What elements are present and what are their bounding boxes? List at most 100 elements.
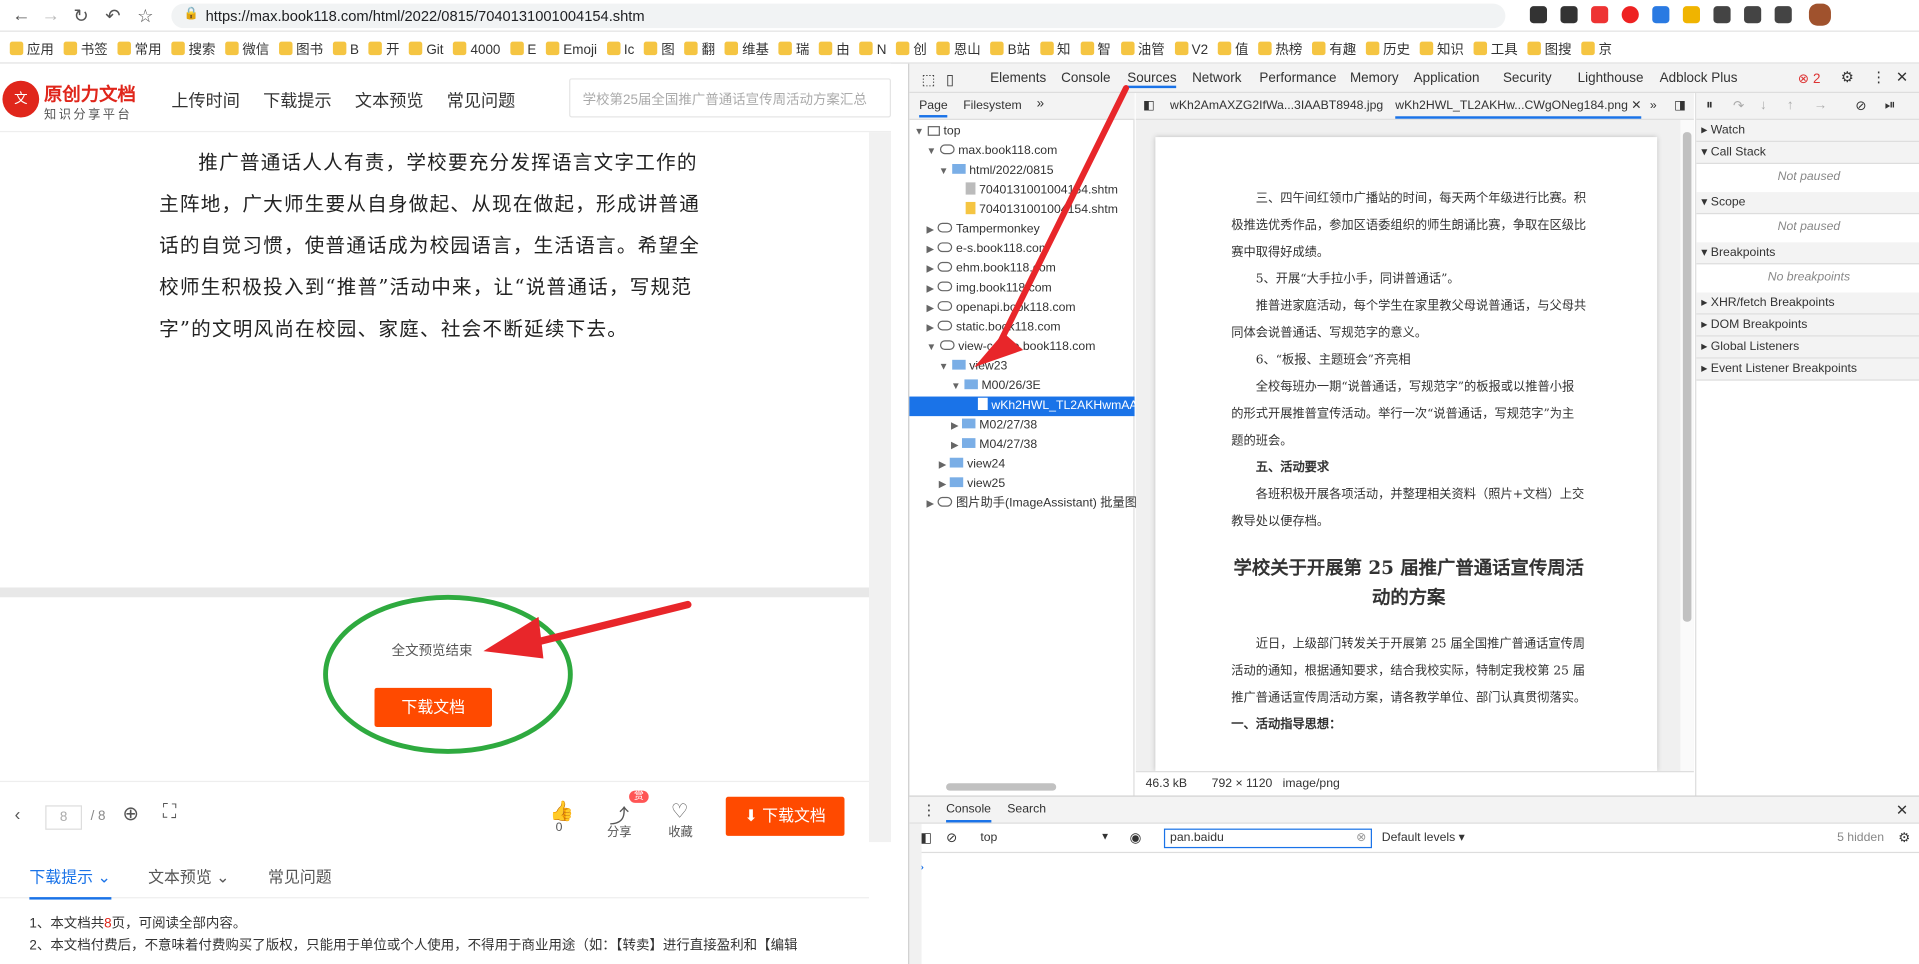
tree-image-assistant[interactable]: ▶ 图片助手(ImageAssistant) 批量图	[926, 494, 1137, 514]
tab-sources[interactable]: Sources	[1127, 71, 1177, 89]
step-into-icon[interactable]: ↓	[1760, 98, 1767, 113]
section-call-stack[interactable]: ▾ Call Stack	[1696, 141, 1919, 165]
tab-lighthouse[interactable]: Lighthouse	[1578, 71, 1644, 86]
forward-icon[interactable]: →	[42, 5, 60, 26]
extension-icon[interactable]	[1560, 6, 1578, 24]
file-tab-png[interactable]: wKh2HWL_TL2AKHw...CWgONeg184.png ✕	[1395, 99, 1642, 119]
logo-title[interactable]: 原创力文档	[44, 81, 136, 107]
bookmark-item[interactable]: 恩山	[936, 39, 981, 59]
bookmark-item[interactable]: Git	[409, 41, 444, 58]
extension-icon[interactable]	[1652, 6, 1670, 24]
device-toggle-icon[interactable]: ▯	[946, 71, 954, 88]
zoom-in-icon[interactable]: ⊕	[122, 802, 138, 826]
avatar[interactable]	[1808, 3, 1831, 26]
section-xhr-breakpoints[interactable]: ▸ XHR/fetch Breakpoints	[1696, 292, 1919, 315]
clear-console-icon[interactable]: ⊘	[946, 830, 957, 846]
tab-adblock-plus[interactable]: Adblock Plus	[1660, 71, 1738, 86]
bookmark-item[interactable]: 历史	[1365, 39, 1410, 59]
tree-html-dir[interactable]: ▼ html/2022/0815	[939, 162, 1054, 182]
bookmark-item[interactable]: 油管	[1120, 39, 1165, 59]
inspect-icon[interactable]: ⬚	[922, 71, 936, 88]
bookmark-item[interactable]: 创	[896, 39, 927, 59]
tab-faq[interactable]: 常见问题	[268, 864, 332, 887]
heart-icon[interactable]: ♡	[671, 799, 689, 823]
tab-application[interactable]: Application	[1414, 71, 1480, 86]
download-icon[interactable]	[1774, 6, 1792, 24]
tree-file[interactable]: 7040131001004154.shtm	[965, 181, 1118, 201]
nav-text-preview[interactable]: 文本预览	[355, 88, 424, 112]
bookmark-item[interactable]: 4000	[453, 41, 500, 58]
console-settings-icon[interactable]: ⚙	[1898, 830, 1910, 846]
reload-icon[interactable]: ↻	[73, 5, 88, 27]
tree-file[interactable]: 7040131001004154.shtm	[965, 201, 1118, 221]
undo-icon[interactable]: ↶	[105, 5, 120, 27]
tree-m00[interactable]: ▼ M00/26/3E	[951, 377, 1041, 397]
extension-icon[interactable]	[1529, 6, 1548, 24]
log-levels-select[interactable]: Default levels ▾	[1382, 831, 1465, 844]
bookmark-item[interactable]: 常用	[117, 39, 162, 59]
section-dom-breakpoints[interactable]: ▸ DOM Breakpoints	[1696, 314, 1919, 337]
prev-page-icon[interactable]: ‹	[15, 804, 21, 824]
bookmark-item[interactable]: 由	[819, 39, 850, 59]
clear-filter-icon[interactable]: ⊗	[1356, 831, 1366, 844]
fullscreen-icon[interactable]: ⛶	[163, 802, 177, 824]
drawer-menu-icon[interactable]: ⋮	[922, 802, 937, 819]
tab-download-tips[interactable]: 下载提示 ⌄	[29, 864, 111, 900]
logo-icon[interactable]: 文	[2, 80, 40, 118]
page-number-input[interactable]: 8	[45, 805, 83, 830]
pause-exceptions-icon[interactable]: ⏯	[1885, 98, 1896, 114]
console-filter-input[interactable]: pan.baidu	[1163, 828, 1372, 849]
bookmark-item[interactable]: Ic	[606, 41, 634, 58]
bookmark-item[interactable]: 智	[1080, 39, 1111, 59]
tree-view23[interactable]: ▼ view23	[939, 357, 1007, 377]
close-drawer-icon[interactable]: ✕	[1896, 802, 1908, 819]
bookmark-item[interactable]: 搜索	[171, 39, 215, 59]
bookmark-item[interactable]: 有趣	[1312, 39, 1356, 59]
download-button[interactable]: 下载文档	[374, 687, 493, 727]
extension-icon[interactable]	[1713, 6, 1731, 24]
section-scope[interactable]: ▾ Scope	[1696, 192, 1919, 215]
tab-filesystem[interactable]: Filesystem	[963, 99, 1021, 112]
like-icon[interactable]: 👍	[550, 799, 574, 823]
toggle-navigator-icon[interactable]: ◧	[1143, 99, 1155, 112]
tree-img-book118[interactable]: ▶ img.book118.com	[926, 279, 1052, 299]
bookmark-item[interactable]: 工具	[1473, 39, 1518, 59]
abp-icon[interactable]	[1621, 6, 1639, 24]
bookmark-item[interactable]: 图搜	[1527, 39, 1572, 59]
bookmark-item[interactable]: 知	[1039, 39, 1070, 59]
bookmark-item[interactable]: 值	[1217, 39, 1248, 59]
extension-icon[interactable]	[1591, 6, 1609, 24]
back-icon[interactable]: ←	[12, 5, 30, 26]
tab-performance[interactable]: Performance	[1259, 71, 1336, 86]
bookmark-item[interactable]: 维基	[724, 39, 769, 59]
tree-openapi-book118[interactable]: ▶ openapi.book118.com	[926, 299, 1076, 319]
bookmark-item[interactable]: Emoji	[546, 41, 597, 58]
more-tabs-icon[interactable]: »	[1650, 99, 1657, 112]
bookmark-item[interactable]: 瑞	[778, 39, 809, 59]
section-watch[interactable]: ▸ Watch	[1696, 119, 1919, 142]
omnibox[interactable]: 🔒 https://max.book118.com/html/2022/0815…	[171, 3, 1506, 29]
tab-console[interactable]: Console	[1061, 71, 1110, 86]
bookmark-item[interactable]: B	[332, 41, 359, 58]
console-scrollbar[interactable]	[909, 823, 922, 964]
favorite-label[interactable]: 收藏	[668, 821, 692, 839]
section-event-listener-breakpoints[interactable]: ▸ Event Listener Breakpoints	[1696, 358, 1919, 381]
bookmark-item[interactable]: 图书	[279, 39, 323, 59]
context-select[interactable]: top	[980, 831, 997, 844]
gear-icon[interactable]: ⚙	[1841, 69, 1854, 86]
preview-scrollbar[interactable]	[1680, 119, 1694, 772]
bookmark-item[interactable]: 热榜	[1258, 39, 1302, 59]
tab-network[interactable]: Network	[1192, 71, 1241, 86]
nav-faq[interactable]: 常见问题	[447, 88, 516, 112]
bookmark-item[interactable]: 微信	[225, 39, 269, 59]
tree-view24[interactable]: ▶ view24	[939, 455, 1005, 475]
more-icon[interactable]: ⋮	[1871, 69, 1886, 86]
step-over-icon[interactable]: ↷	[1733, 98, 1744, 114]
section-global-listeners[interactable]: ▸ Global Listeners	[1696, 336, 1919, 359]
nav-download-tips[interactable]: 下载提示	[263, 88, 332, 112]
star-icon[interactable]: ☆	[137, 5, 153, 27]
chevron-down-icon[interactable]: ▼	[1100, 831, 1110, 842]
tree-static-book118[interactable]: ▶ static.book118.com	[926, 318, 1061, 338]
extension-icon[interactable]	[1682, 6, 1700, 24]
bookmark-item[interactable]: B站	[990, 39, 1030, 59]
